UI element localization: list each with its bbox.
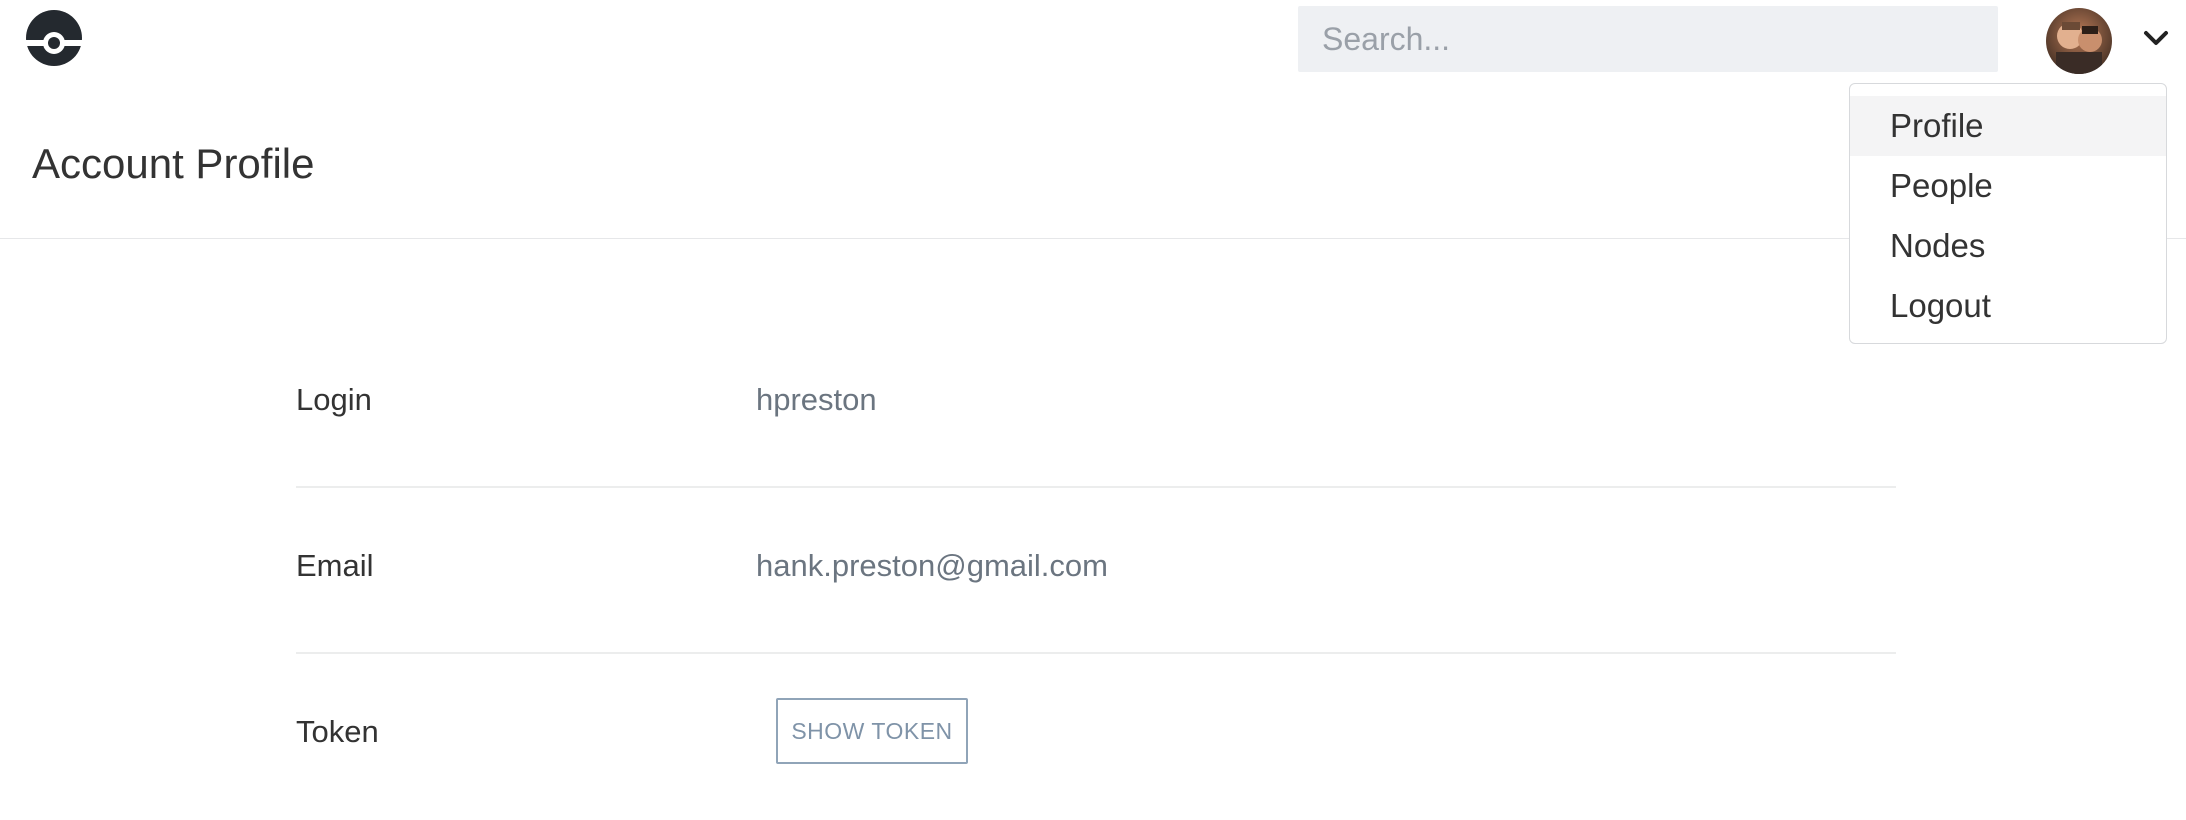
menu-item-logout[interactable]: Logout	[1850, 276, 2166, 336]
profile-row-token: Token SHOW TOKEN	[296, 654, 1896, 820]
login-label: Login	[296, 382, 372, 417]
menu-item-profile[interactable]: Profile	[1850, 96, 2166, 156]
profile-row-email: Email hank.preston@gmail.com	[296, 488, 1896, 654]
search-input[interactable]	[1298, 6, 1998, 72]
top-navbar	[0, 0, 2186, 80]
show-token-button[interactable]: SHOW TOKEN	[776, 698, 968, 764]
token-label: Token	[296, 714, 379, 749]
profile-row-login: Login hpreston	[296, 322, 1896, 488]
avatar[interactable]	[2046, 8, 2112, 74]
email-label: Email	[296, 548, 374, 583]
menu-item-people[interactable]: People	[1850, 156, 2166, 216]
login-value: hpreston	[756, 382, 877, 417]
profile-details: Login hpreston Email hank.preston@gmail.…	[296, 322, 1896, 820]
email-value: hank.preston@gmail.com	[756, 548, 1108, 583]
page-title: Account Profile	[32, 140, 315, 187]
user-dropdown-menu: Profile People Nodes Logout	[1849, 83, 2167, 344]
menu-item-nodes[interactable]: Nodes	[1850, 216, 2166, 276]
drone-logo-icon[interactable]	[24, 10, 84, 66]
avatar-image	[2046, 8, 2112, 74]
chevron-down-icon[interactable]	[2140, 22, 2172, 54]
